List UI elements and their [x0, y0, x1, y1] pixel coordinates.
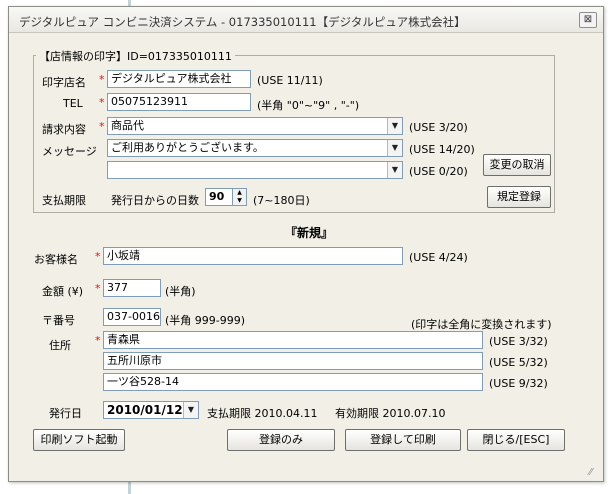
- due-days-spinner[interactable]: ▲ ▼: [233, 188, 247, 206]
- billing-label: 請求内容: [42, 123, 86, 136]
- zip-label: 〒番号: [42, 314, 75, 327]
- fullwidth-note: (印字は全角に変換されます): [411, 318, 552, 331]
- due-label: 支払期限: [42, 194, 86, 207]
- required-mark: *: [99, 96, 105, 109]
- amount-label: 金額 (¥): [42, 285, 84, 298]
- issue-date-label: 発行日: [49, 407, 82, 420]
- required-mark: *: [95, 250, 101, 263]
- address-label: 住所: [49, 339, 71, 352]
- message2-select[interactable]: ▼: [107, 161, 403, 179]
- required-mark: *: [95, 334, 101, 347]
- issue-date-value: 2010/01/12: [107, 403, 183, 417]
- message1-select-value: ご利用ありがとうございます。: [111, 141, 264, 154]
- billing-use: (USE 3/20): [409, 121, 468, 134]
- store-info-legend: 【店情報の印字】ID=017335010111: [36, 48, 235, 64]
- chevron-down-icon[interactable]: ▼: [387, 118, 402, 134]
- address1-input[interactable]: 青森県: [103, 331, 483, 349]
- issue-valid-text: 有効期限 2010.07.10: [335, 407, 446, 420]
- message2-use: (USE 0/20): [409, 165, 468, 178]
- register-print-button[interactable]: 登録して印刷: [345, 429, 461, 451]
- register-only-button[interactable]: 登録のみ: [227, 429, 335, 451]
- chevron-down-icon[interactable]: ▼: [387, 162, 402, 178]
- tel-hint: (半角 "0"~"9" , "-"): [257, 99, 360, 112]
- required-mark: *: [95, 282, 101, 295]
- store-name-use: (USE 11/11): [257, 74, 323, 87]
- message-label: メッセージ: [42, 145, 97, 158]
- spin-up-icon[interactable]: ▲: [233, 189, 246, 197]
- address1-use: (USE 3/32): [489, 335, 548, 348]
- due-text: 発行日からの日数: [111, 194, 199, 207]
- billing-select-value: 商品代: [111, 119, 144, 132]
- address3-use: (USE 9/32): [489, 377, 548, 390]
- address2-use: (USE 5/32): [489, 356, 548, 369]
- chevron-down-icon[interactable]: ▼: [183, 402, 198, 418]
- tel-input[interactable]: 05075123911: [107, 93, 251, 111]
- resize-grip-icon[interactable]: ⁄⁄: [589, 467, 601, 479]
- mode-label: 『新規』: [285, 226, 334, 240]
- close-icon[interactable]: ⊠: [579, 12, 597, 28]
- address3-input[interactable]: 一ツ谷528-14: [103, 373, 483, 391]
- store-name-input[interactable]: デジタルピュア株式会社: [107, 70, 251, 88]
- tel-label: TEL: [63, 97, 83, 110]
- issue-date-picker[interactable]: 2010/01/12 ▼: [103, 401, 199, 419]
- title-bar[interactable]: デジタルピュア コンビニ決済システム - 017335010111【デジタルピュ…: [9, 7, 603, 33]
- required-mark: *: [99, 73, 105, 86]
- address2-input[interactable]: 五所川原市: [103, 352, 483, 370]
- print-soft-button[interactable]: 印刷ソフト起動: [33, 429, 125, 451]
- store-name-label: 印字店名: [42, 76, 86, 89]
- required-mark: *: [99, 120, 105, 133]
- cancel-changes-button[interactable]: 変更の取消: [483, 154, 551, 176]
- zip-input[interactable]: 037-0016: [103, 308, 161, 326]
- amount-input[interactable]: 377: [103, 279, 161, 297]
- customer-name-input[interactable]: 小坂靖: [103, 247, 403, 265]
- message1-select[interactable]: ご利用ありがとうございます。 ▼: [107, 139, 403, 157]
- zip-hint: (半角 999-999): [165, 314, 246, 327]
- message1-use: (USE 14/20): [409, 143, 475, 156]
- close-button[interactable]: 閉じる/[ESC]: [467, 429, 565, 451]
- amount-hint: (半角): [165, 285, 196, 298]
- window-title: デジタルピュア コンビニ決済システム - 017335010111【デジタルピュ…: [19, 15, 466, 29]
- spin-down-icon[interactable]: ▼: [233, 197, 246, 205]
- due-range: (7~180日): [253, 194, 310, 207]
- billing-select[interactable]: 商品代 ▼: [107, 117, 403, 135]
- due-days-input[interactable]: 90: [205, 188, 233, 206]
- default-register-button[interactable]: 規定登録: [487, 186, 551, 208]
- customer-name-use: (USE 4/24): [409, 251, 468, 264]
- dialog-window: デジタルピュア コンビニ決済システム - 017335010111【デジタルピュ…: [8, 6, 604, 482]
- customer-name-label: お客様名: [34, 253, 78, 266]
- chevron-down-icon[interactable]: ▼: [387, 140, 402, 156]
- issue-due-text: 支払期限 2010.04.11: [207, 407, 318, 420]
